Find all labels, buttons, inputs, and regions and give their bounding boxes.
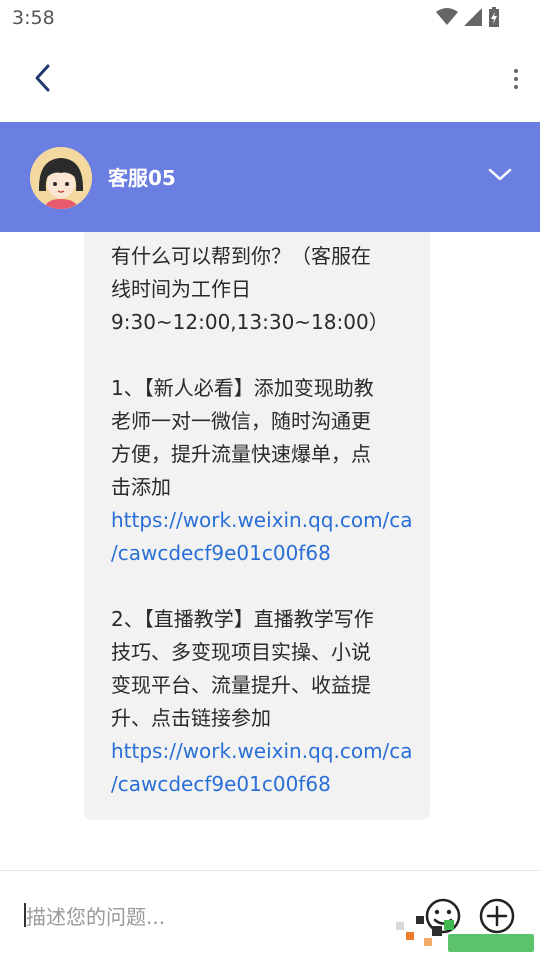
message-intro-line: 有什么可以帮到你？（客服在: [111, 244, 371, 268]
chevron-down-icon: [488, 168, 512, 181]
agent-message-bubble: 有什么可以帮到你？（客服在 线时间为工作日 9:30~12:00,13:30~1…: [84, 232, 430, 820]
message-item1-line: 1、【新人必看】添加变现助教: [111, 376, 374, 400]
back-button[interactable]: [26, 60, 62, 96]
battery-charging-icon: [489, 7, 499, 27]
agent-avatar: [30, 147, 92, 209]
vertical-ellipsis-icon: [514, 69, 518, 89]
message-item1-line: 老师一对一微信，随时沟通更: [111, 409, 371, 433]
message-input[interactable]: 描述您的问题...: [26, 901, 165, 930]
collapse-header-button[interactable]: [486, 160, 514, 188]
more-button[interactable]: [506, 64, 526, 94]
watermark-logo: [396, 916, 534, 952]
item1-link[interactable]: https://work.weixin.qq.com/ca: [111, 504, 430, 537]
chat-header: 客服05: [0, 122, 540, 232]
top-nav: [0, 36, 540, 122]
message-item2-line: 2、【直播教学】直播教学写作: [111, 607, 374, 631]
message-intro-line: 9:30~12:00,13:30~18:00）: [111, 310, 389, 334]
message-item2-line: 变现平台、流量提升、收益提: [111, 673, 371, 697]
message-item2-line: 技巧、多变现项目实操、小说: [111, 640, 371, 664]
item1-link[interactable]: /cawcdecf9e01c00f68: [111, 537, 430, 570]
agent-name: 客服05: [108, 166, 176, 190]
signal-icon: [464, 8, 482, 26]
item2-link[interactable]: /cawcdecf9e01c00f68: [111, 768, 430, 801]
item2-link[interactable]: https://work.weixin.qq.com/ca: [111, 735, 430, 768]
status-time: 3:58: [12, 7, 55, 29]
status-bar: 3:58: [0, 0, 540, 36]
chevron-left-icon: [35, 64, 50, 92]
message-item1-line: 方便，提升流量快速爆单，点: [111, 442, 371, 466]
girl-avatar-icon: [30, 147, 92, 209]
message-item2-line: 升、点击链接参加: [111, 706, 271, 730]
message-intro-line: 线时间为工作日: [111, 277, 251, 301]
wifi-icon: [436, 8, 458, 25]
chat-body[interactable]: 有什么可以帮到你？（客服在 线时间为工作日 9:30~12:00,13:30~1…: [0, 232, 540, 870]
status-icons: [436, 7, 500, 27]
message-item1-line: 击添加: [111, 475, 171, 499]
